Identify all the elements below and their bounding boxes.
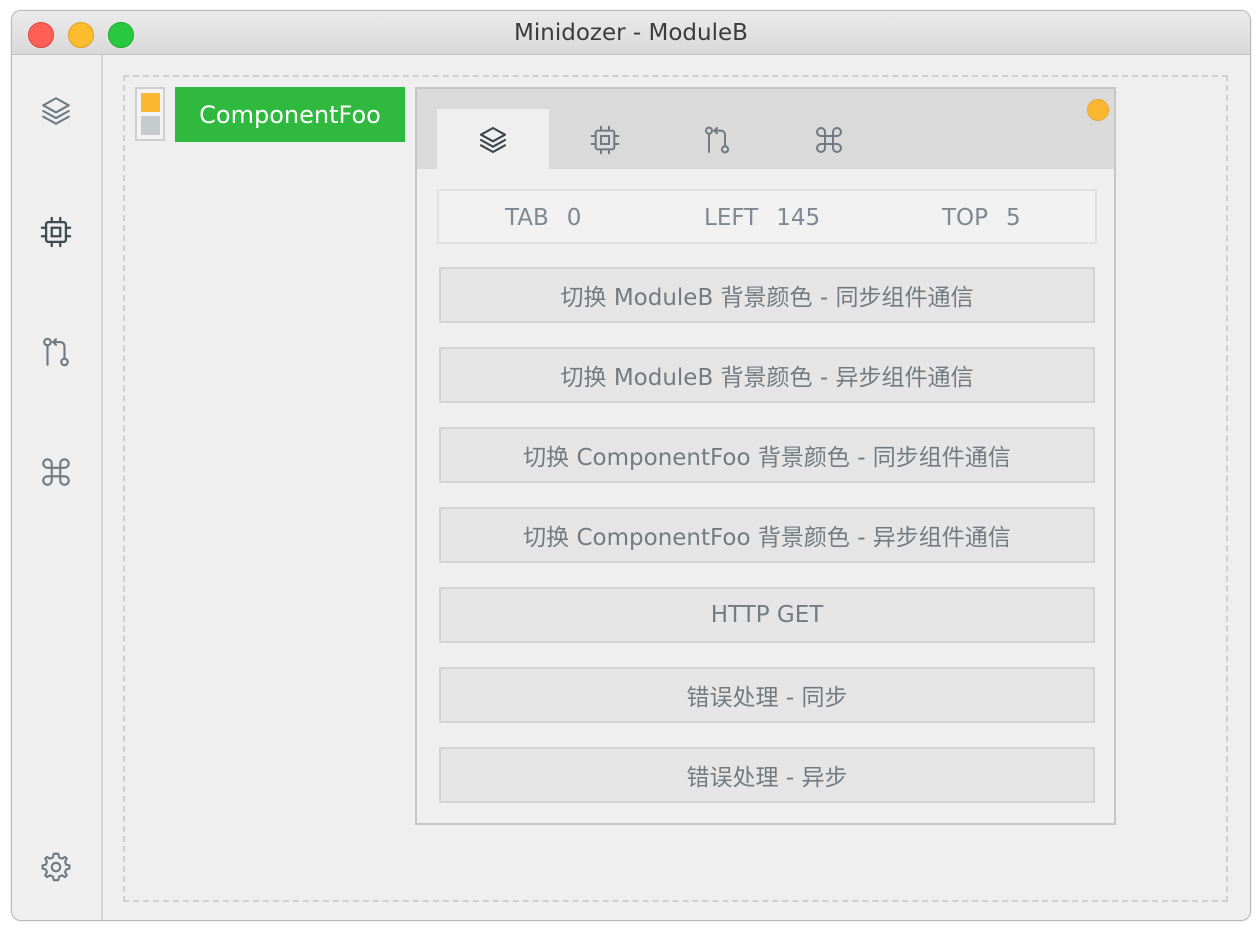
app-window: Minidozer - ModuleB ComponentFoo TAB 0 L… <box>11 10 1251 921</box>
info-left: LEFT 145 <box>704 205 820 231</box>
toggle-componentfoo-sync-button[interactable]: 切换 ComponentFoo 背景颜色 - 同步组件通信 <box>439 427 1095 483</box>
panel-status-dot <box>1087 99 1109 121</box>
component-panel: TAB 0 LEFT 145 TOP 5 切换 ModuleB 背景颜色 - 同步组件… <box>415 87 1116 825</box>
cpu-icon <box>590 125 620 155</box>
swatch-orange <box>141 93 160 112</box>
tab-cpu[interactable] <box>549 109 661 169</box>
top-label: TOP <box>942 205 989 231</box>
error-sync-button[interactable]: 错误处理 - 同步 <box>439 667 1095 723</box>
command-icon <box>816 127 842 153</box>
toggle-moduleb-async-button[interactable]: 切换 ModuleB 背景颜色 - 异步组件通信 <box>439 347 1095 403</box>
position-info: TAB 0 LEFT 145 TOP 5 <box>437 189 1097 244</box>
http-get-button[interactable]: HTTP GET <box>439 587 1095 643</box>
git-pull-request-icon <box>43 337 69 367</box>
left-label: LEFT <box>704 205 759 231</box>
sidebar-item-command[interactable] <box>39 455 73 489</box>
tab-value: 0 <box>566 205 582 231</box>
window-title: Minidozer - ModuleB <box>514 20 748 46</box>
component-foo[interactable]: ComponentFoo <box>175 87 405 142</box>
info-tab: TAB 0 <box>505 205 581 231</box>
color-swatch[interactable] <box>135 87 165 141</box>
tab-git[interactable] <box>661 109 773 169</box>
command-icon <box>42 458 70 486</box>
tab-label: TAB <box>505 205 549 231</box>
sidebar-item-git[interactable] <box>39 335 73 369</box>
panel-tab-bar <box>417 89 1114 169</box>
layers-icon <box>42 97 70 125</box>
sidebar-item-cpu[interactable] <box>39 215 73 249</box>
swatch-gray <box>141 116 160 135</box>
left-value: 145 <box>776 205 821 231</box>
sidebar <box>12 55 103 920</box>
sidebar-item-layers[interactable] <box>39 94 73 128</box>
error-async-button[interactable]: 错误处理 - 异步 <box>439 747 1095 803</box>
title-bar[interactable]: Minidozer - ModuleB <box>12 11 1250 55</box>
top-value: 5 <box>1006 205 1021 231</box>
toggle-moduleb-sync-button[interactable]: 切换 ModuleB 背景颜色 - 同步组件通信 <box>439 267 1095 323</box>
settings-icon <box>41 852 71 882</box>
info-top: TOP 5 <box>942 205 1021 231</box>
toggle-componentfoo-async-button[interactable]: 切换 ComponentFoo 背景颜色 - 异步组件通信 <box>439 507 1095 563</box>
tab-command[interactable] <box>773 109 885 169</box>
cpu-icon <box>40 216 72 248</box>
layers-icon <box>479 126 507 154</box>
tab-layers[interactable] <box>437 109 549 169</box>
settings-button[interactable] <box>39 850 73 884</box>
git-pull-request-icon <box>704 126 730 154</box>
